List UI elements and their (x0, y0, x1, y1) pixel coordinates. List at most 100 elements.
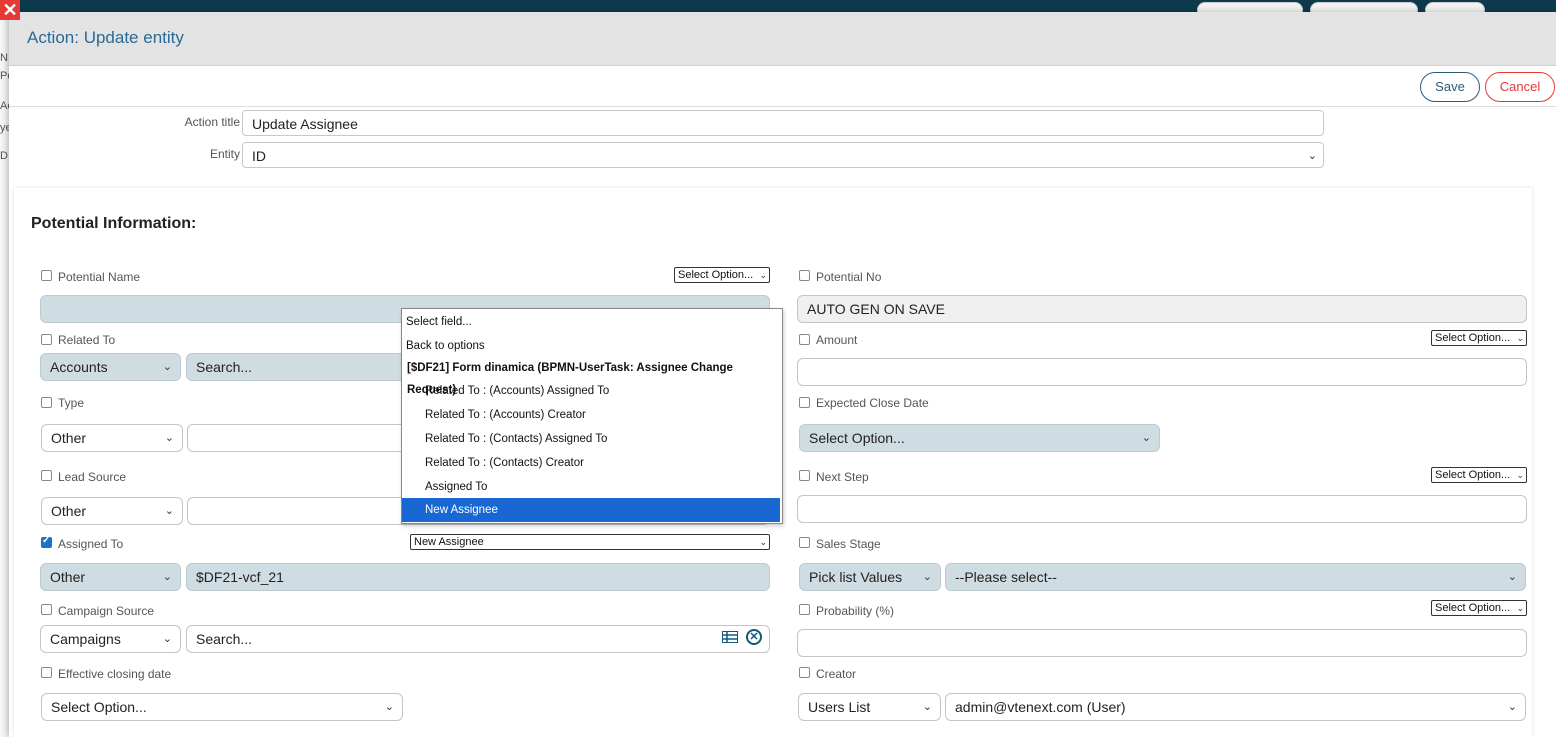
select-value: Select Option... (809, 430, 905, 446)
amount-checkbox[interactable] (799, 334, 810, 345)
effective-closing-date-select[interactable]: Select Option... ⌄ (41, 693, 403, 721)
campaign-source-label: Campaign Source (58, 604, 155, 618)
creator-label: Creator (816, 667, 857, 681)
assigned-to-value-input[interactable]: $DF21-vcf_21 (186, 563, 770, 591)
field-picker-dropdown: Select field... Back to options [$DF21] … (401, 308, 783, 524)
probability-label: Probability (%) (816, 604, 895, 618)
chevron-down-icon: ⌄ (162, 633, 172, 645)
background-text: N (0, 52, 8, 64)
sales-stage-checkbox[interactable] (799, 537, 810, 548)
next-step-checkbox[interactable] (799, 470, 810, 481)
creator-value-select[interactable]: admin@vtenext.com (User) ⌄ (945, 693, 1526, 721)
dropdown-group-header: [$DF21] Form dinamica (BPMN-UserTask: As… (407, 362, 733, 396)
select-value: Other (50, 569, 86, 585)
assigned-to-type-select[interactable]: Other ⌄ (40, 563, 181, 591)
list-icon[interactable] (722, 631, 738, 643)
dropdown-option[interactable]: Related To : (Accounts) Assigned To (402, 379, 780, 403)
probability-mini-select[interactable]: Select Option... ⌄ (1431, 600, 1527, 616)
sales-stage-value-select[interactable]: --Please select-- ⌄ (945, 563, 1526, 591)
chevron-down-icon: ⌄ (162, 361, 172, 373)
select-value: Accounts (50, 359, 108, 375)
background-text: D (0, 150, 8, 162)
chevron-down-icon: ⌄ (164, 432, 174, 444)
potential-no-label: Potential No (816, 270, 882, 284)
dropdown-option[interactable]: Assigned To (402, 475, 780, 499)
probability-input[interactable] (797, 629, 1527, 657)
dropdown-back-item[interactable]: Back to options (402, 334, 780, 358)
clear-circle-icon[interactable]: ✕ (746, 629, 762, 645)
effective-closing-date-checkbox[interactable] (41, 667, 52, 678)
type-select[interactable]: Other ⌄ (41, 424, 183, 452)
next-step-input[interactable] (797, 495, 1527, 523)
dropdown-option[interactable]: Related To : (Contacts) Creator (402, 451, 780, 475)
campaign-source-search-input[interactable]: Search... (186, 625, 770, 653)
mini-select-value: Select Option... (1435, 602, 1511, 614)
chevron-down-icon: ⌄ (1507, 701, 1517, 713)
entity-select-value: ID (252, 148, 266, 164)
mini-select-value: Select Option... (1435, 469, 1511, 481)
mini-select-value: Select Option... (678, 269, 754, 281)
chevron-down-icon: ⌄ (1307, 150, 1317, 162)
lead-source-label: Lead Source (58, 470, 127, 484)
select-value: Pick list Values (809, 569, 903, 585)
select-value: --Please select-- (955, 569, 1057, 585)
campaign-source-checkbox[interactable] (41, 604, 52, 615)
chevron-down-icon: ⌄ (1516, 333, 1524, 343)
potential-no-input: AUTO GEN ON SAVE (797, 295, 1527, 323)
entity-label: Entity (209, 147, 240, 161)
potential-name-checkbox[interactable] (41, 270, 52, 281)
chevron-down-icon: ⌄ (162, 571, 172, 583)
potential-no-checkbox[interactable] (799, 270, 810, 281)
effective-closing-date-label: Effective closing date (58, 667, 172, 681)
expected-close-date-checkbox[interactable] (799, 397, 810, 408)
expected-close-date-label: Expected Close Date (816, 396, 929, 410)
type-checkbox[interactable] (41, 397, 52, 408)
input-value: AUTO GEN ON SAVE (807, 301, 945, 317)
search-placeholder: Search... (196, 631, 253, 647)
lead-source-checkbox[interactable] (41, 470, 52, 481)
assigned-to-field-select[interactable]: New Assignee ⌄ (410, 534, 770, 550)
creator-type-select[interactable]: Users List ⌄ (798, 693, 941, 721)
mini-select-value: New Assignee (414, 536, 484, 548)
modal-title: Action: Update entity (27, 28, 184, 47)
next-step-mini-select[interactable]: Select Option... ⌄ (1431, 467, 1527, 483)
potential-name-mini-select[interactable]: Select Option... ⌄ (674, 267, 770, 283)
save-button[interactable]: Save (1420, 72, 1480, 102)
chevron-down-icon: ⌄ (1516, 603, 1524, 613)
action-title-input[interactable]: Update Assignee (242, 110, 1324, 136)
probability-checkbox[interactable] (799, 604, 810, 615)
type-label: Type (58, 396, 85, 410)
assigned-to-checkbox[interactable] (41, 535, 52, 548)
amount-mini-select[interactable]: Select Option... ⌄ (1431, 330, 1527, 346)
mini-select-value: Select Option... (1435, 332, 1511, 344)
chevron-down-icon: ⌄ (1141, 432, 1151, 444)
chevron-down-icon: ⌄ (1507, 571, 1517, 583)
entity-select[interactable]: ID ⌄ (242, 142, 1324, 168)
select-value: Other (51, 503, 87, 519)
action-title-label: Action title (184, 115, 240, 129)
dropdown-option[interactable]: Related To : (Accounts) Creator (402, 403, 780, 427)
expected-close-date-select[interactable]: Select Option... ⌄ (799, 424, 1160, 452)
input-value: $DF21-vcf_21 (196, 569, 284, 585)
close-icon[interactable]: ✕ (0, 0, 20, 20)
cancel-button[interactable]: Cancel (1485, 72, 1555, 102)
creator-checkbox[interactable] (799, 667, 810, 678)
dropdown-option-selected[interactable]: New Assignee (402, 498, 780, 522)
dropdown-select-field-item[interactable]: Select field... (402, 310, 780, 334)
chevron-down-icon: ⌄ (922, 571, 932, 583)
next-step-label: Next Step (816, 470, 869, 484)
dropdown-option[interactable]: Related To : (Contacts) Assigned To (402, 427, 780, 451)
section-title: Potential Information: (31, 215, 197, 232)
sales-stage-label: Sales Stage (816, 537, 881, 551)
related-to-checkbox[interactable] (41, 334, 52, 345)
chevron-down-icon: ⌄ (164, 505, 174, 517)
amount-input[interactable] (797, 358, 1527, 386)
chevron-down-icon: ⌄ (759, 270, 767, 280)
related-to-type-select[interactable]: Accounts ⌄ (40, 353, 181, 381)
chevron-down-icon: ⌄ (1516, 470, 1524, 480)
lead-source-select[interactable]: Other ⌄ (41, 497, 183, 525)
assigned-to-label: Assigned To (58, 537, 124, 551)
sales-stage-type-select[interactable]: Pick list Values ⌄ (799, 563, 941, 591)
campaign-source-type-select[interactable]: Campaigns ⌄ (40, 625, 181, 653)
search-placeholder: Search... (196, 359, 253, 375)
